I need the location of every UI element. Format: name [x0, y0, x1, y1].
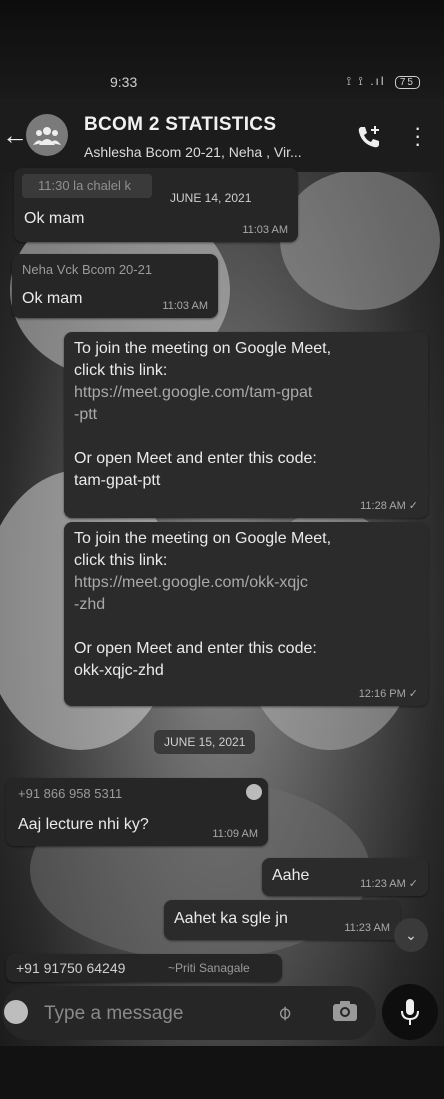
back-arrow-icon[interactable]: ← [2, 120, 28, 151]
battery-icon: 75 [394, 76, 420, 89]
message-text: Aahet ka sgle jn [174, 910, 288, 927]
system-nav-bar [0, 1046, 444, 1099]
meet-code: okk-xqjc-zhd [74, 662, 164, 679]
message-text: To join the meeting on Google Meet, [74, 530, 332, 547]
sent-tick-icon: ✓ [408, 500, 418, 512]
status-bar: 9:33 ⟟ ⟟ .ıl 75 [0, 0, 444, 98]
date-separator: JUNE 15, 2021 [154, 730, 256, 754]
message-bubble[interactable]: +91 91750 64249 ~Priti Sanagale [6, 954, 282, 982]
group-members[interactable]: Ashlesha Bcom 20-21, Neha , Vir... [84, 144, 302, 160]
message-composer: ⌀ [2, 986, 376, 1040]
signal-icon: ⟟ ⟟ .ıl [346, 74, 386, 88]
message-text: Ok mam [24, 210, 85, 227]
message-time: 12:16 PM ✓ [358, 688, 418, 700]
group-avatar-icon[interactable] [26, 114, 68, 156]
camera-icon[interactable] [332, 1000, 358, 1022]
quoted-message: 11:30 la chalel k [22, 174, 152, 198]
message-sender[interactable]: +91 91750 64249 [16, 960, 125, 976]
meet-link[interactable]: -zhd [74, 594, 331, 616]
message-text: Or open Meet and enter this code: [74, 450, 317, 467]
message-time: 11:09 AM [212, 828, 258, 840]
message-text: To join the meeting on Google Meet, [74, 340, 332, 357]
message-text: Aahe [272, 867, 310, 884]
message-text: Aaj lecture nhi ky? [18, 816, 149, 833]
message-sender[interactable]: Neha Vck Bcom 20-21 [22, 262, 152, 277]
message-bubble[interactable]: Aahe 11:23 AM ✓ [262, 858, 428, 896]
attach-icon[interactable]: ⌀ [271, 999, 297, 1025]
signal-icons: ⟟ ⟟ .ıl 75 [347, 74, 420, 89]
emoji-icon[interactable] [4, 1000, 28, 1024]
message-bubble[interactable]: To join the meeting on Google Meet, clic… [64, 522, 428, 706]
reaction-icon[interactable] [246, 784, 262, 800]
sent-tick-icon: ✓ [408, 878, 418, 890]
message-bubble[interactable]: +91 866 958 5311 Aaj lecture nhi ky? 11:… [6, 778, 268, 846]
message-time: 11:23 AM ✓ [360, 878, 418, 890]
chevron-down-icon[interactable]: ⌄ [394, 918, 428, 952]
message-sender-name: ~Priti Sanagale [168, 961, 250, 975]
add-call-icon[interactable] [356, 124, 382, 150]
mic-icon[interactable] [382, 984, 438, 1040]
message-input[interactable] [42, 998, 266, 1030]
status-time: 9:33 [110, 74, 138, 90]
meet-link[interactable]: https://meet.google.com/okk-xqjc [74, 572, 331, 594]
message-bubble[interactable]: Aahet ka sgle jn 11:23 AM [164, 900, 400, 940]
date-separator: JUNE 14, 2021 [170, 191, 252, 205]
message-text: click this link: [74, 362, 168, 379]
sent-tick-icon: ✓ [408, 688, 418, 700]
chat-header: ← BCOM 2 STATISTICS Ashlesha Bcom 20-21,… [0, 98, 444, 172]
meet-code: tam-gpat-ptt [74, 472, 161, 489]
meet-link[interactable]: -ptt [74, 404, 331, 426]
group-title[interactable]: BCOM 2 STATISTICS [84, 114, 276, 136]
message-sender[interactable]: +91 866 958 5311 [18, 786, 122, 801]
message-bubble[interactable]: Neha Vck Bcom 20-21 Ok mam 11:03 AM [12, 254, 218, 318]
message-text: click this link: [74, 552, 168, 569]
message-text: Or open Meet and enter this code: [74, 640, 317, 657]
quoted-text: 11:30 la chalel k [38, 178, 131, 193]
message-time: 11:03 AM [162, 300, 208, 312]
message-time: 11:03 AM [242, 224, 288, 236]
meet-link[interactable]: https://meet.google.com/tam-gpat [74, 382, 331, 404]
more-icon[interactable]: · · · [414, 117, 421, 155]
message-time: 11:28 AM ✓ [360, 500, 418, 512]
message-text: Ok mam [22, 290, 83, 307]
message-bubble[interactable]: To join the meeting on Google Meet, clic… [64, 332, 428, 518]
message-time: 11:23 AM [344, 922, 390, 934]
